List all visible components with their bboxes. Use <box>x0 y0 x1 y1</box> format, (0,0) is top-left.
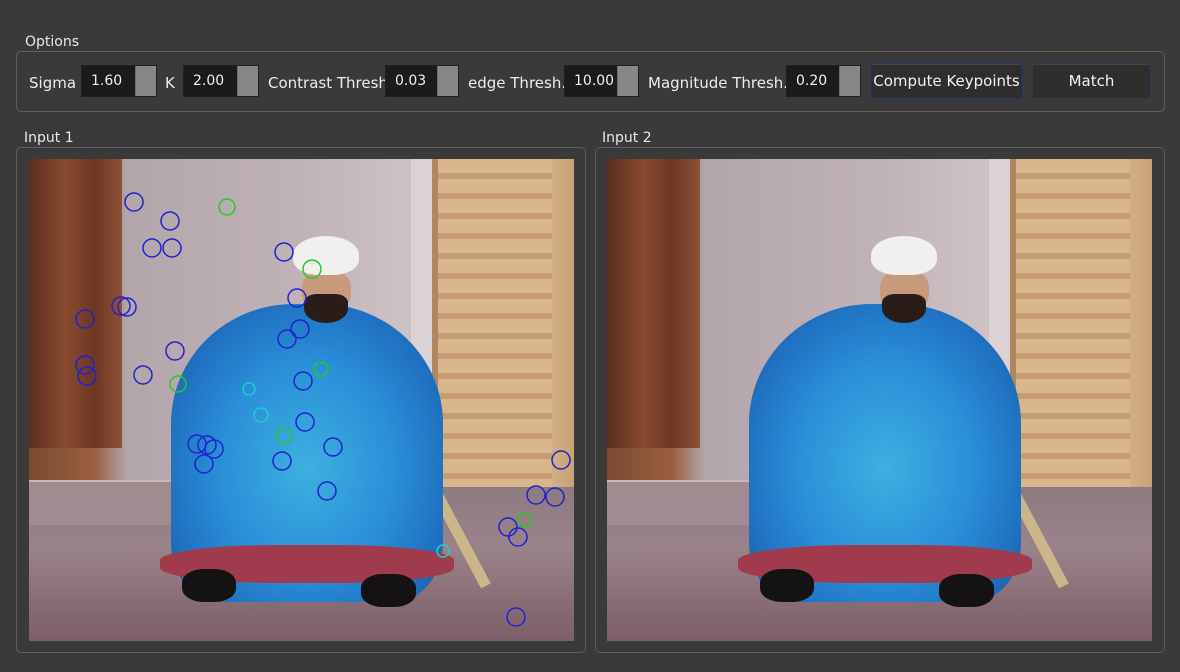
keypoint-marker <box>133 365 153 385</box>
compute-keypoints-button[interactable]: Compute Keypoints <box>870 63 1023 99</box>
sigma-spinbox[interactable]: 1.60 <box>81 65 157 97</box>
input2-title: Input 2 <box>602 130 652 146</box>
keypoint-overlay <box>75 192 571 627</box>
keypoint-marker <box>526 485 546 505</box>
keypoint-marker <box>218 198 236 216</box>
sigma-stepper-icon[interactable] <box>135 66 156 96</box>
keypoint-marker <box>277 329 297 349</box>
boot-left <box>759 568 815 603</box>
magnitude-stepper-icon[interactable] <box>839 66 860 96</box>
keypoint-marker <box>317 481 337 501</box>
keypoint-marker <box>293 371 313 391</box>
edge-thresh-spinbox[interactable]: 10.00 <box>564 65 639 97</box>
magnitude-thresh-spinbox[interactable]: 0.20 <box>786 65 861 97</box>
door-left <box>607 159 700 449</box>
edge-thresh-value[interactable]: 10.00 <box>565 66 617 96</box>
step <box>607 479 760 526</box>
keypoint-marker <box>287 288 307 308</box>
edge-thresh-label: edge Thresh. <box>468 74 567 92</box>
door-right <box>1009 159 1131 497</box>
keypoint-marker <box>295 412 315 432</box>
beard <box>882 293 926 323</box>
boot-right <box>939 573 994 608</box>
contrast-thresh-value[interactable]: 0.03 <box>386 66 437 96</box>
keypoint-marker <box>436 544 450 558</box>
k-spinbox[interactable]: 2.00 <box>183 65 259 97</box>
keypoint-marker <box>272 451 292 471</box>
keypoint-marker <box>290 319 310 339</box>
k-label: K <box>165 74 175 92</box>
keypoint-marker <box>77 366 97 386</box>
sigma-label: Sigma <box>29 74 77 92</box>
magnitude-thresh-value[interactable]: 0.20 <box>787 66 839 96</box>
options-group-title: Options <box>25 34 80 50</box>
keypoint-marker <box>506 607 526 627</box>
turban <box>871 236 937 275</box>
keypoint-marker <box>160 211 180 231</box>
contrast-thresh-label: Contrast Thresh <box>268 74 388 92</box>
keypoint-marker <box>194 454 214 474</box>
keypoint-marker <box>124 192 144 212</box>
keypoint-marker <box>165 341 185 361</box>
keypoint-marker <box>75 309 95 329</box>
keypoint-marker <box>313 361 329 377</box>
keypoint-marker <box>242 382 256 396</box>
contrast-stepper-icon[interactable] <box>437 66 458 96</box>
keypoint-marker <box>517 512 533 528</box>
keypoint-marker <box>545 487 565 507</box>
keypoint-marker <box>551 450 571 470</box>
contrast-thresh-spinbox[interactable]: 0.03 <box>385 65 459 97</box>
match-button[interactable]: Match <box>1032 63 1151 99</box>
k-stepper-icon[interactable] <box>237 66 258 96</box>
keypoint-marker <box>197 435 217 455</box>
input1-title: Input 1 <box>24 130 74 146</box>
keypoint-marker <box>253 407 269 423</box>
keypoint-marker <box>302 259 322 279</box>
keypoint-marker <box>498 517 518 537</box>
input1-image[interactable] <box>29 159 574 641</box>
keypoint-marker <box>275 427 293 445</box>
keypoint-marker <box>323 437 343 457</box>
keypoint-marker <box>142 238 162 258</box>
k-value[interactable]: 2.00 <box>184 66 237 96</box>
edge-stepper-icon[interactable] <box>617 66 638 96</box>
sigma-value[interactable]: 1.60 <box>82 66 135 96</box>
keypoint-marker <box>169 375 187 393</box>
keypoint-marker <box>508 527 528 547</box>
input2-image[interactable] <box>607 159 1152 641</box>
keypoint-marker <box>187 434 207 454</box>
keypoint-marker <box>162 238 182 258</box>
magnitude-thresh-label: Magnitude Thresh. <box>648 74 789 92</box>
keypoint-marker <box>274 242 294 262</box>
